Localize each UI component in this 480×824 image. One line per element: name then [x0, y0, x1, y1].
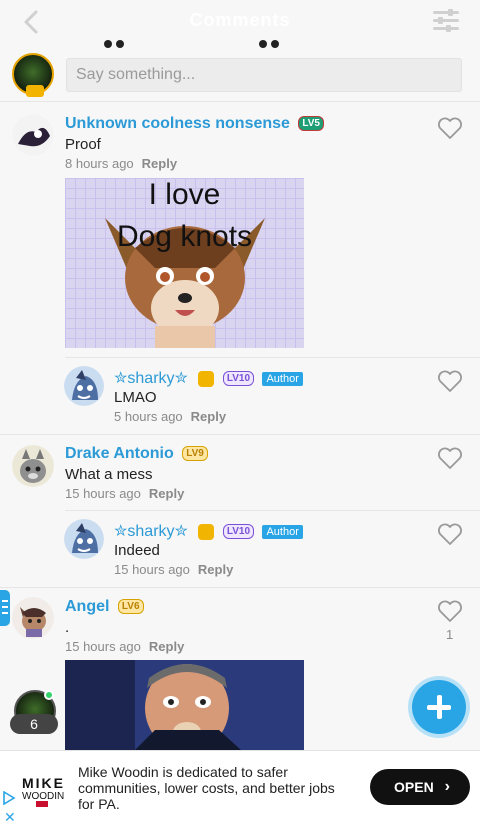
level-badge: LV6 — [117, 599, 144, 615]
commenter-name[interactable]: Unknown coolness nonsense LV5 — [65, 115, 324, 133]
comment-time: 15 hours ago — [65, 486, 141, 501]
reply-button[interactable]: Reply — [149, 639, 184, 654]
level-badge: LV10 — [222, 371, 255, 387]
reply-button[interactable]: Reply — [198, 562, 233, 577]
comment-meta: 15 hours ago Reply — [65, 486, 184, 501]
comment-time: 5 hours ago — [114, 409, 183, 424]
divider — [0, 587, 480, 588]
comment-image-attachment[interactable]: I love Dog knots — [65, 178, 304, 348]
comment-text: LMAO — [114, 389, 157, 406]
avatar[interactable] — [12, 597, 54, 639]
level-badge: LV5 — [298, 116, 324, 132]
commenter-name-text[interactable]: Angel — [65, 598, 109, 615]
ad-copy: Mike Woodin is dedicated to safer commun… — [78, 764, 335, 812]
chevron-right-icon: › — [444, 778, 450, 795]
comment-compose-bar: Say something... — [0, 50, 480, 102]
ad-logo-flag — [36, 801, 48, 807]
commenter-name[interactable]: ✮sharky✮ LV10 Author — [114, 521, 303, 541]
commenter-name-text[interactable]: ✮sharky✮ — [114, 370, 188, 387]
like-count: 1 — [446, 627, 454, 642]
menu-line — [2, 612, 8, 614]
image-caption-line-1: I love — [148, 178, 221, 211]
top-bar: Comments — [0, 0, 480, 48]
ad-open-button[interactable]: OPEN › — [370, 769, 470, 805]
plus-icon — [437, 695, 442, 719]
my-avatar[interactable] — [12, 53, 54, 97]
online-indicator — [44, 690, 54, 700]
author-badge: Author — [262, 371, 303, 386]
reply-button[interactable]: Reply — [191, 409, 226, 424]
ad-choices-icon[interactable] — [2, 791, 16, 805]
menu-line — [2, 606, 8, 608]
avatar[interactable] — [64, 519, 104, 559]
like-heart-icon[interactable] — [437, 446, 463, 470]
avatar[interactable] — [64, 366, 104, 406]
like-heart-icon[interactable] — [437, 599, 463, 623]
commenter-name-text[interactable]: Drake Antonio — [65, 445, 174, 462]
paw-decoration-icon — [259, 40, 279, 48]
comment-text: Proof — [65, 136, 101, 153]
ad-close-icon[interactable]: ✕ — [4, 809, 16, 824]
divider — [0, 434, 480, 435]
avatar[interactable] — [12, 114, 54, 156]
comment-meta: 8 hours ago Reply — [65, 156, 177, 171]
comment-input[interactable]: Say something... — [66, 58, 462, 92]
comment-meta: 15 hours ago Reply — [65, 639, 184, 654]
gif-person-image — [65, 660, 304, 750]
add-comment-button[interactable] — [412, 680, 466, 734]
commenter-name[interactable]: Drake Antonio LV9 — [65, 445, 208, 463]
image-caption-line-2: Dog knots — [116, 220, 253, 253]
author-badge: Author — [262, 524, 303, 539]
divider — [65, 357, 480, 358]
comment-meta: 15 hours ago Reply — [114, 562, 233, 577]
reply-button[interactable]: Reply — [142, 156, 177, 171]
comment-text: What a mess — [65, 466, 153, 483]
ad-banner[interactable]: MIKE WOODIN Mike Woodin is dedicated to … — [0, 750, 480, 824]
comment-time: 15 hours ago — [65, 639, 141, 654]
comment-text: . — [65, 619, 70, 636]
commenter-name-text[interactable]: ✮sharky✮ — [114, 523, 188, 540]
reply-button[interactable]: Reply — [149, 486, 184, 501]
comment-meta: 5 hours ago Reply — [114, 409, 226, 424]
menu-line — [2, 600, 8, 602]
ad-logo: MIKE WOODIN — [22, 767, 70, 807]
filter-sliders-icon[interactable] — [432, 8, 460, 34]
level-badge: LV10 — [222, 524, 255, 540]
avatar[interactable] — [12, 445, 54, 487]
commenter-name[interactable]: ✮sharky✮ LV10 Author — [114, 368, 303, 388]
side-drawer-tab[interactable] — [0, 590, 10, 626]
comment-gif-attachment[interactable] — [65, 660, 304, 750]
divider — [65, 510, 480, 511]
like-heart-icon[interactable] — [437, 116, 463, 140]
like-heart-icon[interactable] — [437, 369, 463, 393]
star-badge-icon — [198, 370, 215, 387]
comment-time: 8 hours ago — [65, 156, 134, 171]
comment-text: Indeed — [114, 542, 160, 559]
commenter-name[interactable]: Angel LV6 — [65, 598, 144, 616]
comment-time: 15 hours ago — [114, 562, 190, 577]
star-badge-icon — [198, 523, 215, 540]
commenter-name-text[interactable]: Unknown coolness nonsense — [65, 115, 290, 132]
ad-logo-line-1: MIKE — [22, 775, 65, 791]
page-title: Comments — [189, 10, 291, 30]
ad-open-label: OPEN — [394, 779, 434, 795]
level-badge: LV9 — [182, 446, 208, 462]
level-badge-icon — [26, 85, 44, 97]
like-heart-icon[interactable] — [437, 522, 463, 546]
online-count-badge: 6 — [10, 714, 58, 734]
paw-decoration-icon — [104, 40, 124, 48]
